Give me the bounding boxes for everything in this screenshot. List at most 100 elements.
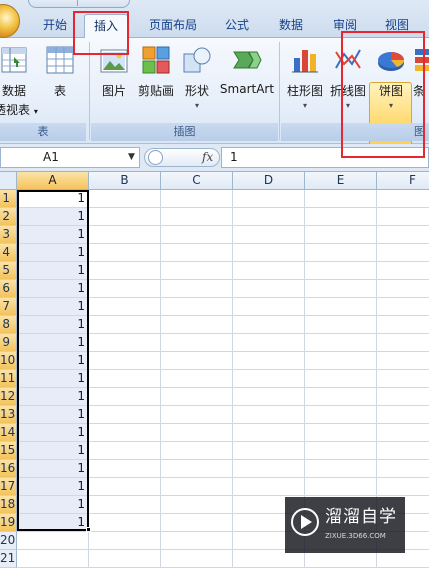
cell-c12[interactable]: [161, 388, 233, 406]
select-all-corner[interactable]: [0, 172, 17, 190]
cell-f5[interactable]: [377, 262, 429, 280]
cell-c8[interactable]: [161, 316, 233, 334]
cell-a4[interactable]: 1: [17, 244, 89, 262]
cell-b5[interactable]: [89, 262, 161, 280]
cell-f4[interactable]: [377, 244, 429, 262]
cell-c1[interactable]: [161, 190, 233, 208]
cell-a13[interactable]: 1: [17, 406, 89, 424]
tab-page-layout[interactable]: 页面布局: [143, 14, 203, 38]
row-header[interactable]: 4: [0, 244, 17, 262]
cell-d10[interactable]: [233, 352, 305, 370]
cell-e14[interactable]: [305, 424, 377, 442]
cell-d15[interactable]: [233, 442, 305, 460]
cell-e4[interactable]: [305, 244, 377, 262]
tab-view[interactable]: 视图: [377, 14, 417, 38]
cell-f3[interactable]: [377, 226, 429, 244]
cell-b1[interactable]: [89, 190, 161, 208]
cell-a16[interactable]: 1: [17, 460, 89, 478]
cell-c6[interactable]: [161, 280, 233, 298]
office-button[interactable]: [0, 4, 20, 38]
column-chart-button[interactable]: 柱形图 ▾: [286, 44, 324, 110]
cell-c2[interactable]: [161, 208, 233, 226]
cell-f7[interactable]: [377, 298, 429, 316]
formula-input[interactable]: 1: [221, 147, 429, 168]
picture-button[interactable]: 图片: [96, 44, 132, 99]
pivot-table-button[interactable]: 数据 透视表 ▾: [0, 44, 38, 118]
cell-f2[interactable]: [377, 208, 429, 226]
cell-c16[interactable]: [161, 460, 233, 478]
cell-a1[interactable]: 1: [17, 190, 89, 208]
cell-b15[interactable]: [89, 442, 161, 460]
cell-a19[interactable]: 1: [17, 514, 89, 532]
cell-d2[interactable]: [233, 208, 305, 226]
cell-b2[interactable]: [89, 208, 161, 226]
cell-c21[interactable]: [161, 550, 233, 568]
cell-c9[interactable]: [161, 334, 233, 352]
row-header[interactable]: 17: [0, 478, 17, 496]
cell-b20[interactable]: [89, 532, 161, 550]
cell-d7[interactable]: [233, 298, 305, 316]
row-header[interactable]: 3: [0, 226, 17, 244]
line-chart-button[interactable]: 折线图 ▾: [328, 44, 368, 110]
table-button[interactable]: 表: [44, 44, 76, 99]
tab-home[interactable]: 开始: [37, 14, 73, 38]
cell-a7[interactable]: 1: [17, 298, 89, 316]
row-header[interactable]: 13: [0, 406, 17, 424]
cell-d17[interactable]: [233, 478, 305, 496]
cell-c7[interactable]: [161, 298, 233, 316]
cell-e11[interactable]: [305, 370, 377, 388]
cell-d11[interactable]: [233, 370, 305, 388]
row-header[interactable]: 5: [0, 262, 17, 280]
cell-b7[interactable]: [89, 298, 161, 316]
cell-d9[interactable]: [233, 334, 305, 352]
name-box-dropdown-arrow[interactable]: ▼: [128, 152, 135, 162]
cell-e10[interactable]: [305, 352, 377, 370]
cell-a11[interactable]: 1: [17, 370, 89, 388]
cell-b14[interactable]: [89, 424, 161, 442]
column-header-b[interactable]: B: [89, 172, 161, 190]
quick-access-toolbar[interactable]: [28, 0, 130, 8]
cell-a14[interactable]: 1: [17, 424, 89, 442]
cell-e17[interactable]: [305, 478, 377, 496]
cell-a2[interactable]: 1: [17, 208, 89, 226]
cell-b6[interactable]: [89, 280, 161, 298]
cell-d12[interactable]: [233, 388, 305, 406]
cell-b18[interactable]: [89, 496, 161, 514]
cell-a12[interactable]: 1: [17, 388, 89, 406]
cell-a18[interactable]: 1: [17, 496, 89, 514]
bar-chart-button[interactable]: 条: [413, 44, 429, 99]
tab-review[interactable]: 审阅: [325, 14, 365, 38]
cell-f16[interactable]: [377, 460, 429, 478]
cell-c18[interactable]: [161, 496, 233, 514]
cell-b13[interactable]: [89, 406, 161, 424]
cell-a9[interactable]: 1: [17, 334, 89, 352]
cell-c15[interactable]: [161, 442, 233, 460]
cell-c3[interactable]: [161, 226, 233, 244]
pie-chart-button[interactable]: 饼图 ▾: [370, 44, 412, 110]
cell-e7[interactable]: [305, 298, 377, 316]
column-header-e[interactable]: E: [305, 172, 377, 190]
row-header[interactable]: 21: [0, 550, 17, 568]
name-box[interactable]: A1: [0, 147, 140, 168]
smartart-button[interactable]: SmartArt: [218, 44, 276, 96]
cell-d5[interactable]: [233, 262, 305, 280]
tab-insert[interactable]: 插入: [84, 14, 128, 39]
cell-d13[interactable]: [233, 406, 305, 424]
cell-a8[interactable]: 1: [17, 316, 89, 334]
cell-f15[interactable]: [377, 442, 429, 460]
cell-e8[interactable]: [305, 316, 377, 334]
cell-e6[interactable]: [305, 280, 377, 298]
cell-a17[interactable]: 1: [17, 478, 89, 496]
cell-a5[interactable]: 1: [17, 262, 89, 280]
cell-f6[interactable]: [377, 280, 429, 298]
cell-c20[interactable]: [161, 532, 233, 550]
cell-f13[interactable]: [377, 406, 429, 424]
cell-f11[interactable]: [377, 370, 429, 388]
cell-e5[interactable]: [305, 262, 377, 280]
column-header-f[interactable]: F: [377, 172, 429, 190]
cell-e13[interactable]: [305, 406, 377, 424]
fill-handle[interactable]: [86, 527, 91, 532]
cell-e3[interactable]: [305, 226, 377, 244]
cell-c11[interactable]: [161, 370, 233, 388]
cell-c4[interactable]: [161, 244, 233, 262]
